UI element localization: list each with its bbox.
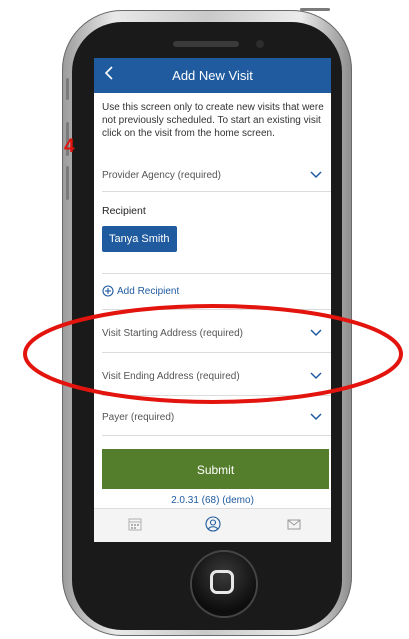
profile-icon[interactable]: [205, 516, 221, 532]
earpiece-speaker: [173, 41, 239, 47]
home-square-icon: [210, 570, 234, 594]
recipient-chip[interactable]: Tanya Smith: [102, 226, 177, 252]
front-camera: [256, 40, 264, 48]
app-header: Add New Visit: [94, 58, 331, 93]
phone-side-button: [66, 166, 69, 200]
payer-label: Payer (required): [102, 412, 175, 423]
add-recipient-button[interactable]: Add Recipient: [102, 285, 179, 297]
add-recipient-label: Add Recipient: [117, 285, 180, 297]
submit-button[interactable]: Submit: [102, 449, 329, 489]
tutorial-canvas: Add New Visit Use this screen only to cr…: [0, 0, 409, 639]
mail-icon[interactable]: [286, 516, 302, 532]
provider-agency-select[interactable]: Provider Agency (required): [102, 170, 331, 181]
provider-agency-label: Provider Agency (required): [102, 170, 221, 181]
recipient-label: Recipient: [102, 205, 146, 217]
intro-text: Use this screen only to create new visit…: [102, 102, 324, 139]
version-label: 2.0.31 (68) (demo): [171, 495, 254, 506]
phone-side-button: [66, 78, 69, 100]
divider: [102, 191, 331, 192]
step-number: 4: [64, 136, 75, 157]
chevron-down-icon: [310, 413, 322, 421]
app-screen: Add New Visit Use this screen only to cr…: [94, 58, 331, 542]
divider: [102, 435, 331, 436]
payer-select[interactable]: Payer (required): [102, 412, 331, 423]
phone-top-button: [300, 8, 330, 11]
calendar-icon[interactable]: [127, 516, 143, 532]
bottom-tab-bar: [94, 508, 331, 542]
page-title: Add New Visit: [172, 68, 253, 83]
divider: [102, 273, 331, 274]
home-button[interactable]: [192, 552, 256, 616]
chevron-down-icon: [310, 171, 322, 179]
highlight-ellipse: [23, 304, 403, 404]
plus-circle-icon: [102, 285, 114, 297]
